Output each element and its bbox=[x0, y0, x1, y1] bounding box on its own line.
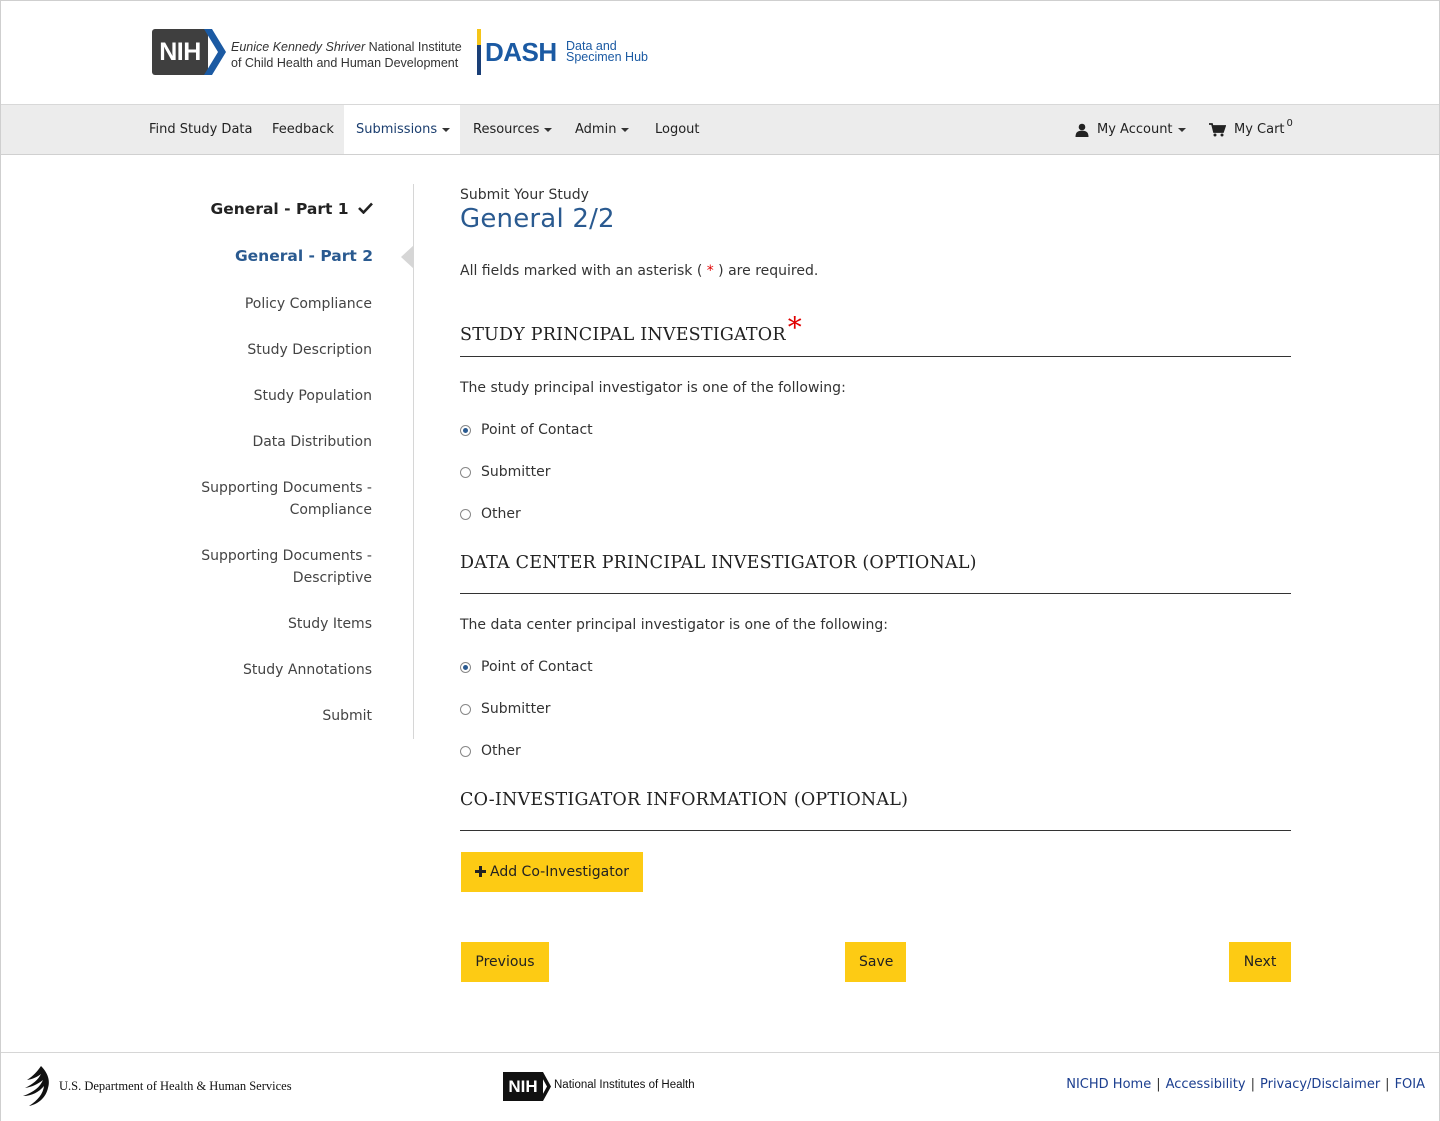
site-header: NIH Eunice Kennedy Shriver National Inst… bbox=[1, 1, 1439, 104]
nav-submissions[interactable]: Submissions bbox=[344, 105, 460, 154]
footer-link-foia[interactable]: FOIA bbox=[1395, 1077, 1425, 1092]
hhs-name[interactable]: U.S. Department of Health & Human Servic… bbox=[59, 1079, 292, 1094]
study-pi-prompt: The study principal investigator is one … bbox=[460, 380, 846, 396]
step-supporting-documents-compliance[interactable]: Supporting Documents - Compliance bbox=[201, 477, 372, 521]
nih-footer-name: National Institutes of Health bbox=[554, 1079, 695, 1091]
section-divider bbox=[460, 593, 1291, 594]
site-footer: U.S. Department of Health & Human Servic… bbox=[1, 1052, 1439, 1121]
cart-count-badge: 0 bbox=[1286, 118, 1293, 129]
page-title: General 2/2 bbox=[460, 204, 615, 234]
dash-logo-divider bbox=[477, 29, 481, 75]
study-pi-option-other[interactable]: Other bbox=[460, 506, 521, 522]
footer-link-privacy-disclaimer[interactable]: Privacy/Disclaimer bbox=[1260, 1077, 1380, 1092]
data-center-pi-prompt: The data center principal investigator i… bbox=[460, 617, 888, 633]
institute-name[interactable]: Eunice Kennedy Shriver National Institut… bbox=[231, 39, 462, 71]
add-co-investigator-button[interactable]: Add Co-Investigator bbox=[461, 852, 644, 892]
nih-logo-chevron-icon bbox=[204, 29, 226, 75]
hhs-eagle-icon[interactable] bbox=[19, 1064, 55, 1108]
nav-logout[interactable]: Logout bbox=[655, 105, 700, 154]
step-submit[interactable]: Submit bbox=[322, 705, 372, 727]
save-button[interactable]: Save bbox=[845, 942, 906, 982]
nav-my-account[interactable]: My Account bbox=[1075, 105, 1186, 154]
step-study-population[interactable]: Study Population bbox=[254, 385, 372, 407]
radio-button[interactable] bbox=[460, 466, 471, 478]
nav-resources[interactable]: Resources bbox=[473, 105, 553, 154]
footer-links: NICHD Home | Accessibility | Privacy/Disclai… bbox=[1066, 1077, 1425, 1092]
radio-button[interactable] bbox=[460, 703, 471, 715]
page-subtitle: Submit Your Study bbox=[460, 187, 589, 203]
radio-button[interactable] bbox=[460, 745, 471, 757]
step-study-annotations[interactable]: Study Annotations bbox=[243, 659, 372, 681]
step-study-description[interactable]: Study Description bbox=[247, 339, 372, 361]
previous-button[interactable]: Previous bbox=[461, 942, 549, 982]
dash-logo-subtitle: Data and Specimen Hub bbox=[566, 39, 648, 64]
data-center-pi-option-other[interactable]: Other bbox=[460, 743, 521, 759]
chevron-down-icon bbox=[1177, 127, 1186, 132]
plus-icon bbox=[475, 866, 486, 877]
nav-feedback[interactable]: Feedback bbox=[272, 105, 334, 154]
data-center-pi-option-point-of-contact[interactable]: Point of Contact bbox=[460, 659, 593, 675]
chevron-down-icon bbox=[442, 127, 451, 132]
cart-icon bbox=[1209, 122, 1226, 136]
step-policy-compliance[interactable]: Policy Compliance bbox=[245, 293, 372, 315]
radio-button-selected[interactable] bbox=[460, 424, 471, 436]
nih-footer-chevron-icon bbox=[539, 1072, 551, 1101]
step-general-part-1[interactable]: General - Part 1 bbox=[211, 198, 373, 220]
nav-admin[interactable]: Admin bbox=[575, 105, 630, 154]
section-divider bbox=[460, 830, 1291, 831]
nih-logo-text: NIH bbox=[159, 37, 201, 66]
next-button[interactable]: Next bbox=[1229, 942, 1291, 982]
step-data-distribution[interactable]: Data Distribution bbox=[252, 431, 372, 453]
radio-button-selected[interactable] bbox=[460, 661, 471, 673]
required-asterisk-icon: * bbox=[787, 311, 802, 344]
step-study-items[interactable]: Study Items bbox=[288, 613, 372, 635]
radio-button[interactable] bbox=[460, 508, 471, 520]
section-title-co-investigator: CO-INVESTIGATOR INFORMATION (OPTIONAL) bbox=[460, 790, 909, 810]
section-title-study-pi: STUDY PRINCIPAL INVESTIGATOR* bbox=[460, 311, 802, 345]
study-pi-option-point-of-contact[interactable]: Point of Contact bbox=[460, 422, 593, 438]
step-supporting-documents-descriptive[interactable]: Supporting Documents - Descriptive bbox=[201, 545, 372, 589]
section-divider bbox=[460, 356, 1291, 357]
study-pi-option-submitter[interactable]: Submitter bbox=[460, 464, 551, 480]
dash-logo[interactable]: DASH bbox=[485, 37, 557, 68]
checkmark-icon bbox=[358, 202, 373, 215]
wizard-steps-sidebar: General - Part 1 General - Part 2 Policy… bbox=[151, 184, 414, 739]
required-fields-note: All fields marked with an asterisk ( * )… bbox=[460, 263, 819, 279]
main-nav: Find Study Data Feedback Submissions Res… bbox=[1, 104, 1439, 155]
current-step-pointer bbox=[401, 245, 414, 269]
nav-my-cart[interactable]: My Cart 0 bbox=[1209, 105, 1293, 154]
nih-logo[interactable]: NIH bbox=[152, 29, 208, 75]
step-general-part-2[interactable]: General - Part 2 bbox=[235, 245, 373, 267]
section-title-data-center-pi: DATA CENTER PRINCIPAL INVESTIGATOR (OPTI… bbox=[460, 553, 977, 573]
footer-link-accessibility[interactable]: Accessibility bbox=[1166, 1077, 1246, 1092]
user-icon bbox=[1075, 123, 1089, 137]
footer-link-nichd-home[interactable]: NICHD Home bbox=[1066, 1077, 1151, 1092]
nih-footer-logo[interactable]: NIH bbox=[503, 1072, 543, 1101]
chevron-down-icon bbox=[621, 127, 630, 132]
nav-find-study-data[interactable]: Find Study Data bbox=[149, 105, 252, 154]
data-center-pi-option-submitter[interactable]: Submitter bbox=[460, 701, 551, 717]
chevron-down-icon bbox=[544, 127, 553, 132]
